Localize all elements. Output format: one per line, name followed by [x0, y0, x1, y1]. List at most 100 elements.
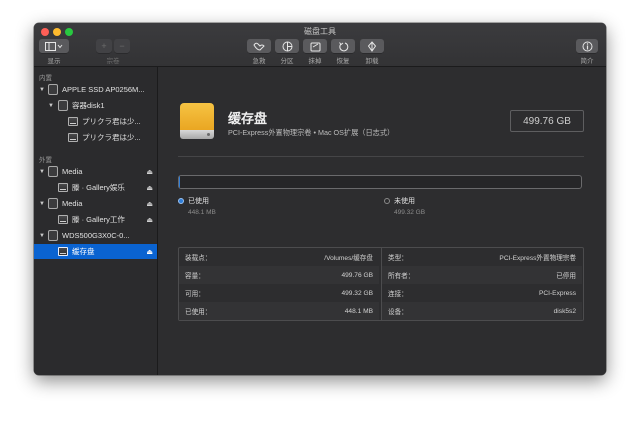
volume-icon — [58, 247, 68, 256]
legend-free-label: 未使用 — [394, 198, 415, 205]
info-value: PCI-Express外置物理宗卷 — [499, 255, 576, 262]
sidebar-item-container-disk1[interactable]: ▼ 容器disk1 — [34, 98, 157, 113]
info-row-mount-point: 装载点： /Volumes/缓存盘 — [179, 248, 379, 266]
volume-detail-pane: 缓存盘 PCI-Express外置物理宗卷 • Mac OS扩展（日志式） 49… — [158, 67, 606, 375]
disclosure-triangle-icon[interactable]: ▼ — [39, 233, 45, 239]
eject-icon[interactable]: ⏏ — [146, 184, 153, 192]
divider — [178, 156, 584, 157]
unmount-icon — [367, 40, 377, 52]
eject-icon[interactable]: ⏏ — [146, 248, 153, 256]
sidebar-item-wds500g[interactable]: ▼ WDS500G3X0C-0... — [34, 228, 157, 243]
unmount-button[interactable] — [360, 39, 384, 53]
volume-icon — [68, 117, 78, 126]
remove-volume-button[interactable]: − — [114, 39, 130, 53]
sidebar-item-label: WDS500G3X0C-0... — [62, 231, 130, 240]
eject-icon[interactable]: ⏏ — [146, 168, 153, 176]
sidebar-item-media-1[interactable]: ▼ Media ⏏ — [34, 164, 157, 179]
unmount-label: 卸载 — [365, 58, 379, 65]
used-dot-icon — [178, 198, 184, 204]
external-disk-icon — [48, 166, 58, 177]
legend-used-value: 448.1 MB — [188, 209, 216, 216]
legend-used-label: 已使用 — [188, 198, 209, 205]
sidebar-header-internal: 内置 — [39, 75, 52, 82]
partition-label: 分区 — [280, 58, 294, 65]
erase-button[interactable] — [303, 39, 327, 53]
info-icon — [582, 41, 592, 51]
legend-free-value: 499.32 GB — [394, 209, 426, 216]
partition-icon — [282, 41, 292, 51]
sidebar-item-label: Media — [62, 199, 83, 208]
volume-title: 缓存盘 — [228, 111, 268, 126]
info-key: 连接： — [388, 291, 408, 298]
info-row-owners: 所有者： 已停用 — [382, 266, 582, 284]
restore-icon — [338, 41, 348, 51]
sidebar-item-label: プリクラ君は少... — [82, 117, 141, 126]
external-drive-icon — [180, 103, 214, 141]
add-volume-button[interactable]: + — [96, 39, 112, 53]
volume-description: PCI-Express外置物理宗卷 • Mac OS扩展（日志式） — [228, 128, 395, 137]
external-disk-icon — [48, 198, 58, 209]
info-row-available: 可用： 499.32 GB — [179, 284, 379, 302]
first-aid-icon — [253, 42, 265, 51]
info-key: 可用： — [185, 291, 205, 298]
info-button[interactable] — [576, 39, 598, 53]
info-row-type: 类型： PCI-Express外置物理宗卷 — [382, 248, 582, 266]
internal-disk-icon — [48, 84, 58, 95]
sidebar-item-label: 滕 · Gallery娱乐 — [72, 183, 125, 192]
sidebar-icon — [45, 41, 63, 51]
external-disk-icon — [48, 230, 58, 241]
restore-button[interactable] — [331, 39, 355, 53]
info-value: /Volumes/缓存盘 — [324, 255, 373, 262]
sidebar-item-cache-disk[interactable]: 缓存盘 ⏏ — [34, 244, 157, 259]
sidebar-item-label: APPLE SSD AP0256M... — [62, 85, 145, 94]
sidebar-item-gallery-work[interactable]: 滕 · Gallery工作 ⏏ — [34, 212, 157, 227]
sidebar-item-gallery-entertainment[interactable]: 滕 · Gallery娱乐 ⏏ — [34, 180, 157, 195]
sidebar-item-label: Media — [62, 167, 83, 176]
disclosure-triangle-icon[interactable]: ▼ — [39, 87, 45, 93]
disclosure-triangle-icon[interactable]: ▼ — [39, 169, 45, 175]
info-key: 装载点： — [185, 255, 212, 262]
first-aid-button[interactable] — [247, 39, 271, 53]
info-value: disk5s2 — [553, 307, 576, 315]
info-key: 设备： — [388, 309, 408, 316]
volume-icon — [58, 215, 68, 224]
volume-label: 宗卷 — [106, 58, 120, 65]
info-value: 499.76 GB — [341, 271, 373, 279]
sidebar-item-media-2[interactable]: ▼ Media ⏏ — [34, 196, 157, 211]
partition-button[interactable] — [275, 39, 299, 53]
info-row-device: 设备： disk5s2 — [382, 302, 582, 320]
sidebar: 内置 ▼ APPLE SSD AP0256M... ▼ 容器disk1 プリクラ… — [34, 67, 158, 375]
sidebar-item-volume-1[interactable]: プリクラ君は少... — [34, 114, 157, 129]
view-label: 显示 — [47, 58, 61, 65]
sidebar-item-label: 滕 · Gallery工作 — [72, 215, 125, 224]
info-key: 所有者： — [388, 273, 415, 280]
usage-bar — [178, 175, 582, 189]
info-row-capacity: 容量： 499.76 GB — [179, 266, 379, 284]
disclosure-triangle-icon[interactable]: ▼ — [48, 103, 54, 109]
eject-icon[interactable]: ⏏ — [146, 216, 153, 224]
sidebar-item-volume-2[interactable]: プリクラ君は少... — [34, 130, 157, 145]
sidebar-item-label: プリクラ君は少... — [82, 133, 141, 142]
sidebar-item-apple-ssd[interactable]: ▼ APPLE SSD AP0256M... — [34, 82, 157, 97]
sidebar-item-label: 缓存盘 — [72, 247, 95, 256]
legend-free: 未使用 — [384, 196, 415, 206]
window-title: 磁盘工具 — [304, 27, 336, 36]
info-column-right: 类型： PCI-Express外置物理宗卷 所有者： 已停用 连接： PCI-E… — [382, 248, 584, 320]
eject-icon[interactable]: ⏏ — [146, 200, 153, 208]
info-value: 已停用 — [556, 273, 576, 280]
first-aid-label: 急救 — [252, 58, 266, 65]
sidebar-header-external: 外置 — [39, 157, 52, 164]
erase-icon — [310, 42, 320, 51]
info-key: 容量： — [185, 273, 205, 280]
volume-info-table: 装载点： /Volumes/缓存盘 容量： 499.76 GB 可用： 499.… — [178, 247, 584, 321]
view-button[interactable] — [39, 39, 69, 53]
info-row-connection: 连接： PCI-Express — [382, 284, 582, 302]
volume-icon — [68, 133, 78, 142]
free-dot-icon — [384, 198, 390, 204]
toolbar: 磁盘工具 显示 + − 宗卷 急救 分区 抹掉 恢复 卸载 简介 — [34, 23, 606, 67]
usage-bar-used-fill — [179, 176, 181, 188]
info-key: 类型： — [388, 255, 408, 262]
info-value: 499.32 GB — [341, 289, 373, 297]
disclosure-triangle-icon[interactable]: ▼ — [39, 201, 45, 207]
legend-used: 已使用 — [178, 196, 209, 206]
